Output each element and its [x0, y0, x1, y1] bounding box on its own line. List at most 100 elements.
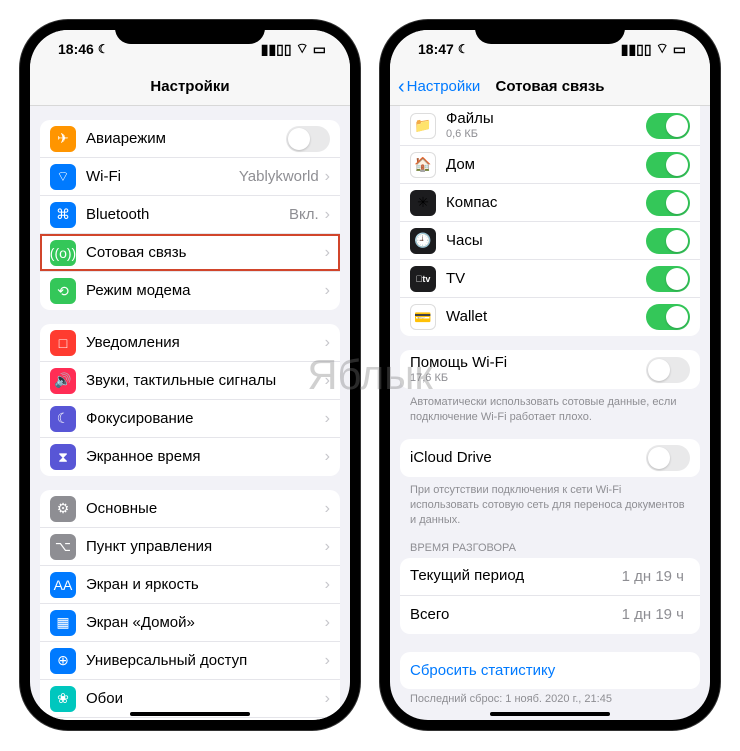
display-icon: AA [50, 572, 76, 598]
settings-row[interactable]: ⊕Универсальный доступ› [40, 642, 340, 680]
row-label: Пункт управления [86, 538, 325, 556]
home-indicator[interactable] [490, 712, 610, 716]
settings-row[interactable]: ⌘BluetoothВкл.› [40, 196, 340, 234]
cellular-list[interactable]: 📁 Файлы0,6 КБ 🏠 Дом ✳ Компас 🕘Часы tv TV 💳Wallet… [390, 106, 710, 720]
toggle[interactable] [646, 228, 690, 254]
app-row[interactable]: ✳ Компас [400, 184, 700, 222]
settings-row[interactable]: ⌔Wi-FiYablykworld› [40, 158, 340, 196]
moon-icon: ☾ [98, 42, 109, 56]
navbar: Настройки [30, 68, 350, 106]
settings-row[interactable]: ((o))Сотовая связь› [40, 234, 340, 272]
toggle[interactable] [646, 190, 690, 216]
toggle[interactable] [646, 266, 690, 292]
wallpaper-icon: ❀ [50, 686, 76, 712]
row-value: 1 дн 19 ч [622, 606, 684, 623]
toggle[interactable] [646, 113, 690, 139]
row-label: Часы [446, 232, 646, 250]
phone-right: 18:47 ☾ ▮▮▯▯ ⌔ ▭ ‹ Настройки Сотовая свя… [380, 20, 720, 730]
navbar: ‹ Настройки Сотовая связь [390, 68, 710, 106]
status-icons: ▮▮▯▯ ⌔ ▭ [261, 40, 326, 58]
talk-row[interactable]: Текущий период1 дн 19 ч [400, 558, 700, 596]
notifications-icon: □ [50, 330, 76, 356]
row-label: Файлы0,6 КБ [446, 110, 646, 141]
notch [475, 20, 625, 44]
wifi-assist-row[interactable]: Помощь Wi-Fi17,6 КБ [400, 350, 700, 389]
phone-left: 18:46 ☾ ▮▮▯▯ ⌔ ▭ Настройки ✈Авиарежим⌔Wi… [20, 20, 360, 730]
sounds-icon: 🔊 [50, 368, 76, 394]
settings-row[interactable]: ✈Авиарежим [40, 120, 340, 158]
settings-row[interactable]: ⌥ Пункт управления› [40, 528, 340, 566]
row-label: Фокусирование [86, 410, 325, 428]
app-row[interactable]: 🕘Часы [400, 222, 700, 260]
row-label: iCloud Drive [410, 449, 646, 467]
talk-header: ВРЕМЯ РАЗГОВОРА [390, 528, 710, 558]
chevron-right-icon: › [325, 614, 330, 632]
focus-icon: ☾ [50, 406, 76, 432]
chevron-right-icon: › [325, 500, 330, 518]
settings-row[interactable]: ◉Siri и Поиск› [40, 718, 340, 720]
tv-icon: tv [410, 266, 436, 292]
app-row[interactable]: 📁 Файлы0,6 КБ [400, 106, 700, 146]
компас-icon: ✳ [410, 190, 436, 216]
row-label: Дом [446, 156, 646, 174]
chevron-right-icon: › [325, 168, 330, 186]
page-title: Сотовая связь [495, 78, 604, 95]
cellular-icon: ((o)) [50, 240, 76, 266]
talk-row[interactable]: Всего1 дн 19 ч [400, 596, 700, 634]
toggle[interactable] [286, 126, 330, 152]
moon-icon: ☾ [458, 42, 469, 56]
settings-row[interactable]: □ Уведомления› [40, 324, 340, 362]
chevron-right-icon: › [325, 372, 330, 390]
row-label: Звуки, тактильные сигналы [86, 372, 325, 390]
app-row[interactable]: 💳Wallet [400, 298, 700, 336]
дом-icon: 🏠 [410, 152, 436, 178]
back-button[interactable]: ‹ Настройки [398, 77, 480, 97]
chevron-right-icon: › [325, 576, 330, 594]
settings-row[interactable]: ☾ Фокусирование› [40, 400, 340, 438]
back-label: Настройки [407, 78, 481, 95]
row-label: Компас [446, 194, 646, 212]
row-label: Экран «Домой» [86, 614, 325, 632]
wifi-icon: ⌔ [50, 164, 76, 190]
accessibility-icon: ⊕ [50, 648, 76, 674]
battery-icon: ▭ [673, 41, 686, 58]
battery-icon: ▭ [313, 41, 326, 58]
settings-row[interactable]: ⟲Режим модема› [40, 272, 340, 310]
toggle[interactable] [646, 445, 690, 471]
settings-row[interactable]: ⚙Основные› [40, 490, 340, 528]
row-label: Обои [86, 690, 325, 708]
row-label: TV [446, 270, 646, 288]
app-row[interactable]: 🏠 Дом [400, 146, 700, 184]
chevron-right-icon: › [325, 334, 330, 352]
chevron-right-icon: › [325, 410, 330, 428]
status-icons: ▮▮▯▯ ⌔ ▭ [621, 40, 686, 58]
settings-row[interactable]: 🔊 Звуки, тактильные сигналы› [40, 362, 340, 400]
toggle[interactable] [646, 357, 690, 383]
chevron-right-icon: › [325, 652, 330, 670]
home-indicator[interactable] [130, 712, 250, 716]
settings-row[interactable]: AAЭкран и яркость› [40, 566, 340, 604]
row-value: 1 дн 19 ч [622, 568, 684, 585]
row-label: Сотовая связь [86, 244, 325, 262]
settings-row[interactable]: ⧗Экранное время› [40, 438, 340, 476]
app-row[interactable]: tv TV [400, 260, 700, 298]
toggle[interactable] [646, 304, 690, 330]
toggle[interactable] [646, 152, 690, 178]
control-icon: ⌥ [50, 534, 76, 560]
row-label: Уведомления [86, 334, 325, 352]
page-title: Настройки [150, 78, 229, 95]
settings-list[interactable]: ✈Авиарежим⌔Wi-FiYablykworld›⌘BluetoothВк… [30, 106, 350, 720]
chevron-left-icon: ‹ [398, 77, 405, 97]
chevron-right-icon: › [325, 538, 330, 556]
файлы-icon: 📁 [410, 113, 436, 139]
reset-stats-row[interactable]: Сбросить статистику [400, 652, 700, 689]
signal-icon: ▮▮▯▯ [621, 41, 652, 58]
settings-row[interactable]: ▦Экран «Домой»› [40, 604, 340, 642]
row-label: Помощь Wi-Fi17,6 КБ [410, 354, 646, 385]
wallet-icon: 💳 [410, 304, 436, 330]
hotspot-icon: ⟲ [50, 278, 76, 304]
icloud-drive-row[interactable]: iCloud Drive [400, 439, 700, 477]
wifi-assist-note: Автоматически использовать сотовые данны… [390, 389, 710, 425]
reset-stats-label: Сбросить статистику [400, 652, 700, 689]
icloud-note: При отсутствии подключения к сети Wi-Fi … [390, 477, 710, 528]
